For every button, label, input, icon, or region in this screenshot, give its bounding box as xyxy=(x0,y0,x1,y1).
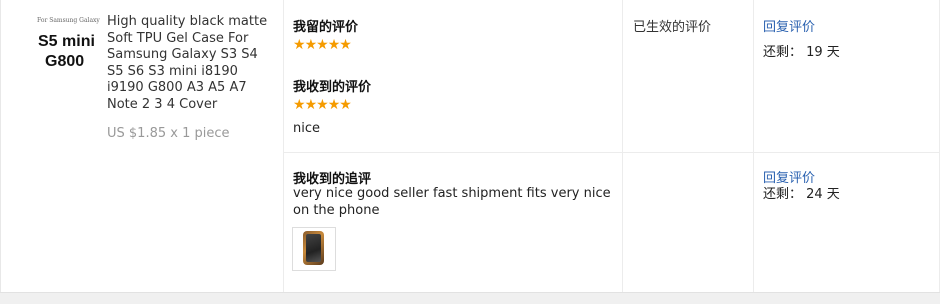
thumbnail-model-text: S5 mini xyxy=(38,33,95,50)
reply-review-link[interactable]: 回复评价 xyxy=(763,16,815,35)
followup-review-text: very nice good seller fast shipment fits… xyxy=(293,186,611,218)
review-photo[interactable] xyxy=(292,227,336,271)
thumbnail-brand-text: For Samsung Galaxy xyxy=(37,17,100,24)
thumbnail-model-text: G800 xyxy=(45,53,85,70)
star-icon: ★ xyxy=(304,97,318,113)
phone-icon xyxy=(306,234,321,262)
star-icon: ★ xyxy=(316,97,329,113)
product-thumbnail[interactable]: For Samsung Galaxy S5 mini G800 xyxy=(29,12,100,78)
star-icon: ★ xyxy=(339,37,352,53)
received-review-stars: ★★★★★ xyxy=(293,97,352,113)
star-icon: ★ xyxy=(327,97,341,113)
product-price: US $1.85 x 1 piece xyxy=(107,126,230,141)
remaining-days: 还剩： 24 天 xyxy=(763,187,840,202)
column-divider xyxy=(283,0,284,292)
star-icon: ★ xyxy=(293,97,306,113)
star-icon: ★ xyxy=(293,37,306,53)
received-review-text: nice xyxy=(293,121,320,136)
my-review-stars: ★★★★★ xyxy=(293,37,352,53)
star-icon: ★ xyxy=(304,37,318,53)
my-review-heading: 我留的评价 xyxy=(293,20,359,35)
feedback-table: For Samsung Galaxy S5 mini G800 High qua… xyxy=(0,0,940,292)
column-divider xyxy=(753,0,754,292)
star-icon: ★ xyxy=(316,37,329,53)
received-review-heading: 我收到的评价 xyxy=(293,80,372,95)
remaining-days: 还剩： 19 天 xyxy=(763,45,840,60)
row-divider xyxy=(284,152,939,153)
effective-review-status: 已生效的评价 xyxy=(633,20,712,35)
table-footer-bar xyxy=(0,292,940,304)
star-icon: ★ xyxy=(327,37,341,53)
product-title[interactable]: High quality black matte Soft TPU Gel Ca… xyxy=(107,14,277,113)
column-divider xyxy=(622,0,623,292)
star-icon: ★ xyxy=(339,97,352,113)
